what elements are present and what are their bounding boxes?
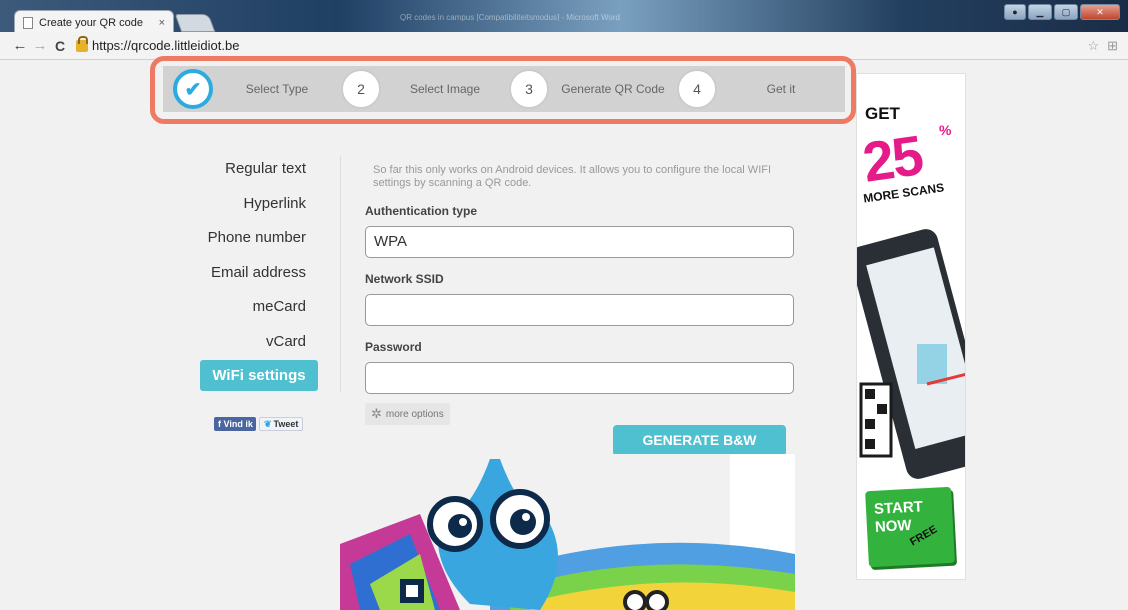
auth-type-select[interactable]: WPA <box>365 226 794 258</box>
more-options-label: more options <box>385 408 444 420</box>
sidebar-item-phone-number[interactable]: Phone number <box>180 228 340 263</box>
ad-percent: % <box>939 122 952 138</box>
phone-qr-image <box>857 229 965 479</box>
steps-highlight-outline <box>150 56 856 124</box>
page-icon <box>23 16 33 29</box>
forward-arrow-icon[interactable]: → <box>30 37 50 54</box>
facebook-like-label: Vind ik leuk <box>223 419 257 429</box>
tweet-button[interactable]: ❦ Tweet <box>259 417 304 431</box>
type-sidebar: Regular text Hyperlink Phone number Emai… <box>180 159 340 391</box>
page-content: ✔ Select Type 2 Select Image 3 Generate … <box>0 56 1128 610</box>
minimize-button[interactable]: ▁ <box>1028 4 1052 20</box>
address-bar[interactable]: https://qrcode.littleidiot.be <box>76 35 240 56</box>
more-options-button[interactable]: ✲ more options <box>365 403 450 425</box>
sidebar-item-mecard[interactable]: meCard <box>180 297 340 332</box>
ad-start-now-button[interactable]: START NOW <box>865 486 955 568</box>
network-ssid-input[interactable] <box>365 294 794 326</box>
new-tab-button[interactable] <box>174 14 216 32</box>
close-window-button[interactable]: ✕ <box>1080 4 1120 20</box>
sidebar-divider <box>340 156 341 392</box>
wifi-form: So far this only works on Android device… <box>365 164 795 425</box>
mascot-illustration <box>340 454 795 610</box>
sidebar-item-email-address[interactable]: Email address <box>180 263 340 298</box>
tab-title: Create your QR code <box>39 16 143 29</box>
reload-icon[interactable]: C <box>50 38 70 54</box>
auth-type-label: Authentication type <box>365 204 478 218</box>
url-text: https://qrcode.littleidiot.be <box>92 38 240 53</box>
social-buttons: f Vind ik leuk ❦Tweet <box>214 417 304 431</box>
password-label: Password <box>365 340 422 354</box>
sidebar-item-hyperlink[interactable]: Hyperlink <box>180 194 340 229</box>
back-arrow-icon[interactable]: ← <box>10 37 30 54</box>
facebook-like-button[interactable]: f Vind ik leuk <box>214 417 256 431</box>
browser-tab[interactable]: Create your QR code × <box>14 10 174 34</box>
ad-get-text: GET <box>865 104 900 123</box>
tweet-label: Tweet <box>273 419 299 429</box>
sidebar-item-wifi-settings[interactable]: WiFi settings <box>200 360 318 391</box>
advertisement-banner[interactable]: GET 25 % MORE SCANS START NOW FREE <box>856 73 966 580</box>
window-controls: ● ▁ ▢ ✕ <box>1004 4 1120 20</box>
sidebar-item-regular-text[interactable]: Regular text <box>180 159 340 194</box>
window-titlebar: Create your QR code × QR codes in campus… <box>0 0 1128 34</box>
form-intro: So far this only works on Android device… <box>373 164 772 189</box>
password-input[interactable] <box>365 362 794 394</box>
network-ssid-label: Network SSID <box>365 272 444 286</box>
toolbar-right: ☆ ⊞ <box>1087 38 1118 54</box>
gear-icon: ✲ <box>371 406 382 421</box>
background-window-title: QR codes in campus [Compatibiliteitsmodu… <box>400 13 620 21</box>
maximize-button[interactable]: ▢ <box>1054 4 1078 20</box>
bookmark-star-icon[interactable]: ☆ <box>1087 38 1099 54</box>
user-icon[interactable]: ● <box>1004 4 1026 20</box>
tab-close-button[interactable]: × <box>159 17 165 29</box>
lock-icon <box>76 35 88 52</box>
translate-icon[interactable]: ⊞ <box>1107 38 1118 54</box>
generate-bw-button[interactable]: GENERATE B&W <box>613 425 786 456</box>
twitter-bird-icon: ❦ <box>264 419 272 429</box>
